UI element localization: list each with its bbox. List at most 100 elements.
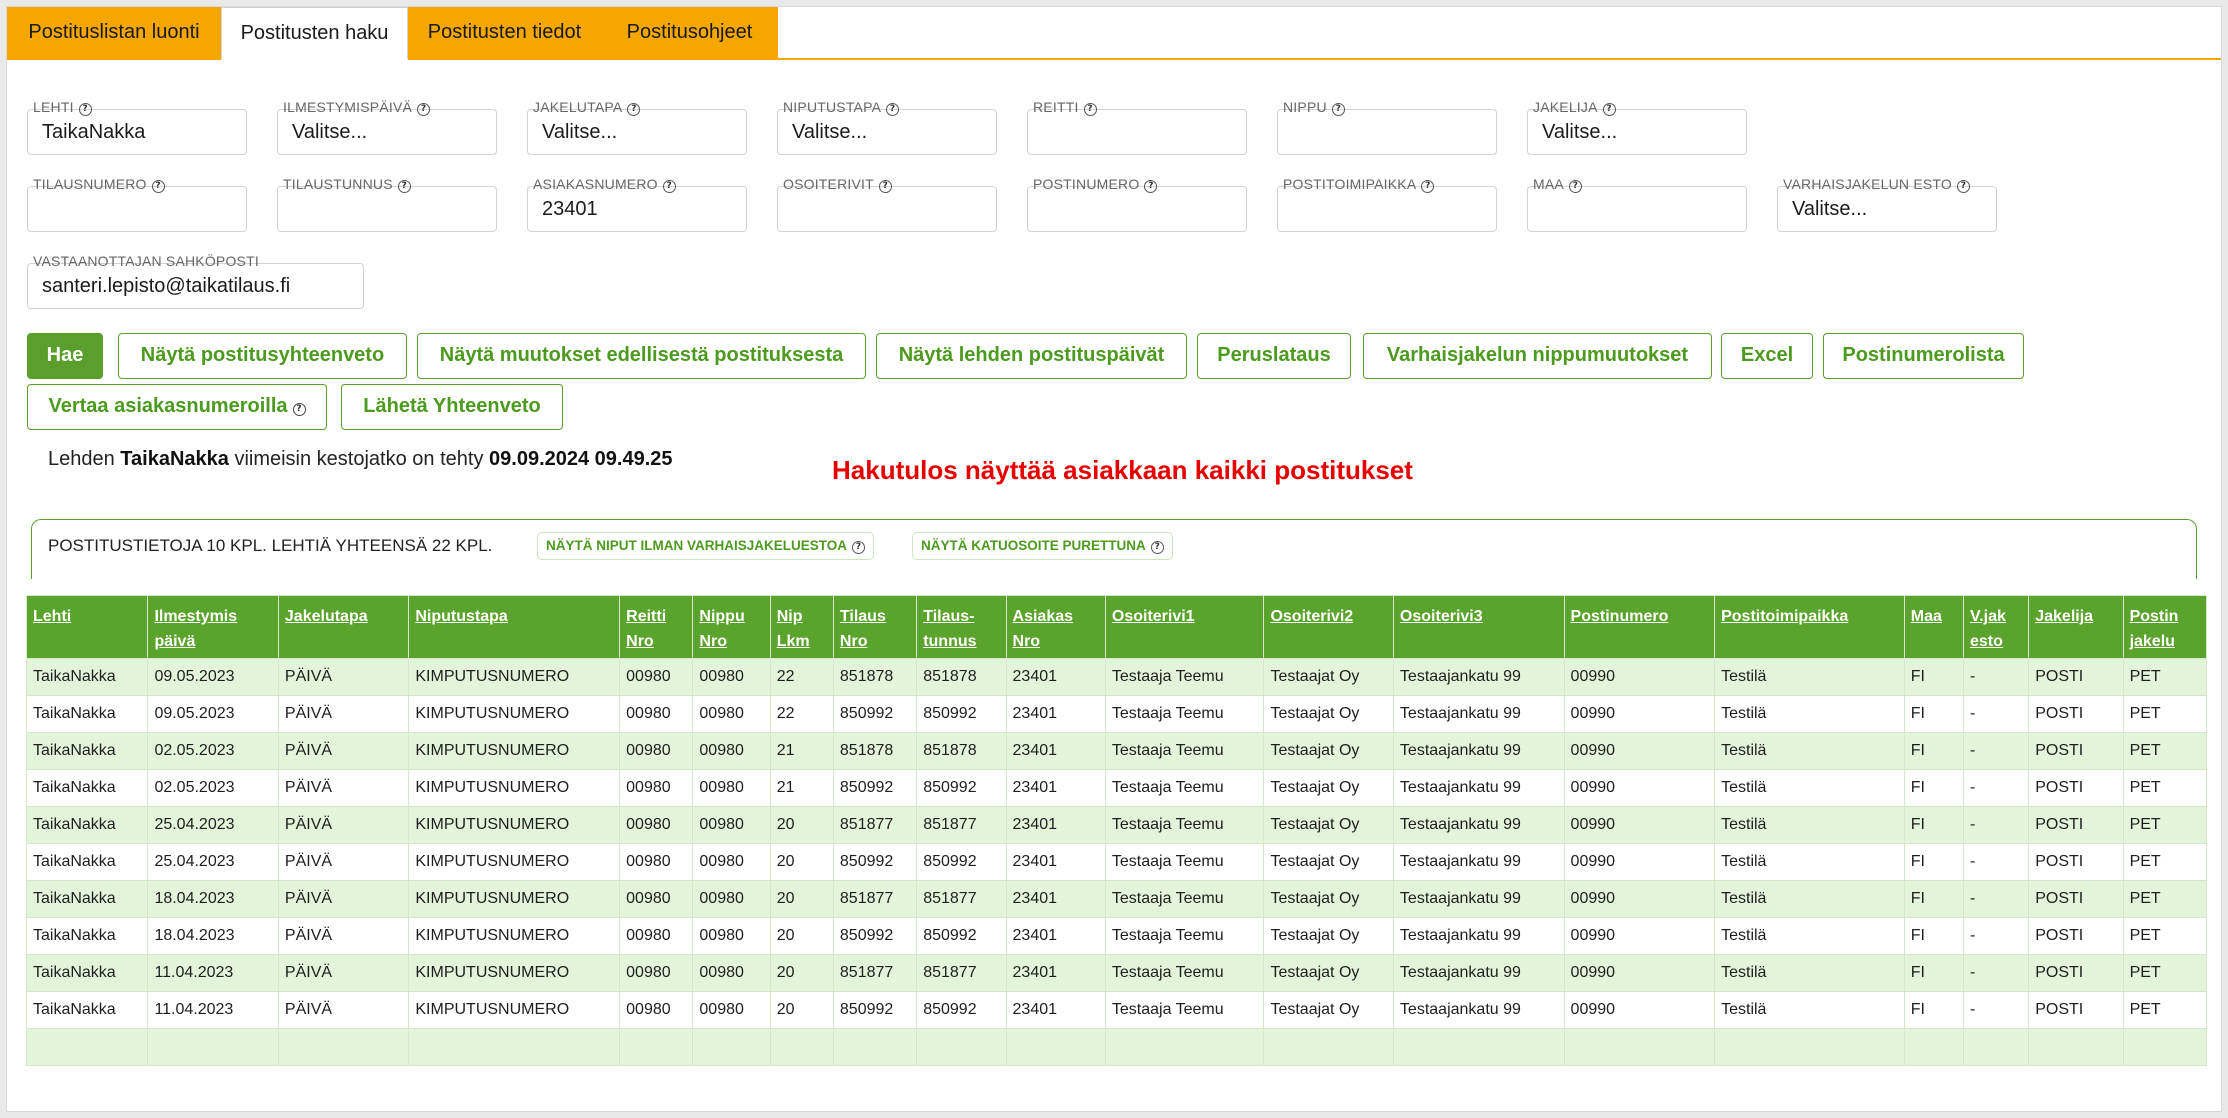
help-icon[interactable]: ? [151, 180, 165, 193]
table-cell: Testilä [1714, 843, 1905, 881]
table-cell [147, 1028, 279, 1066]
excel-button[interactable]: Excel [1721, 333, 1813, 379]
column-header[interactable]: Asiakas Nro [1005, 595, 1106, 659]
column-header-label: Nro [699, 633, 727, 650]
column-header[interactable]: Osoiterivi3 [1392, 595, 1565, 659]
table-cell: KIMPUTUSNUMERO [408, 732, 621, 770]
column-header[interactable]: Ilmestymis päivä [147, 595, 279, 659]
table-cell [832, 1028, 918, 1066]
column-header[interactable]: Lehti [25, 595, 149, 659]
nayta-katuosoite-button[interactable]: NÄYTÄ KATUOSOITE PURETTUNA? [912, 532, 1173, 560]
table-cell: Testaajat Oy [1263, 769, 1394, 807]
tab-postitusten-haku[interactable]: Postitusten haku [221, 7, 408, 60]
table-cell: KIMPUTUSNUMERO [408, 695, 621, 733]
help-icon[interactable]: ? [1568, 180, 1582, 193]
vertaa-asiakasnumeroilla-button[interactable]: Vertaa asiakasnumeroilla? [27, 384, 327, 430]
varhaisjakelun-nippumuutokset-button[interactable]: Varhaisjakelun nippumuutokset [1363, 333, 1712, 379]
table-cell: POSTI [2028, 880, 2124, 918]
table-cell: 02.05.2023 [147, 732, 279, 770]
table-cell: Testaaja Teemu [1104, 732, 1265, 770]
table-row[interactable]: TaikaNakka 25.04.2023 PÄIVÄ KIMPUTUSNUMERO 0… [25, 806, 2208, 844]
table-cell: FI [1903, 880, 1964, 918]
table-cell: 11.04.2023 [147, 991, 279, 1029]
table-cell: Testaajankatu 99 [1392, 732, 1565, 770]
help-icon[interactable]: ? [1331, 103, 1345, 116]
table-row[interactable]: TaikaNakka 02.05.2023 PÄIVÄ KIMPUTUSNUMERO 0… [25, 732, 2208, 770]
help-icon[interactable]: ? [1602, 103, 1616, 116]
table-row[interactable]: TaikaNakka 25.04.2023 PÄIVÄ KIMPUTUSNUMERO 0… [25, 843, 2208, 881]
help-icon[interactable]: ? [292, 403, 306, 416]
help-icon[interactable]: ? [1150, 541, 1164, 554]
column-header[interactable]: Tilaus-tunnus [916, 595, 1007, 659]
column-header[interactable]: Postin jakelu [2122, 595, 2208, 659]
table-row[interactable]: TaikaNakka 02.05.2023 PÄIVÄ KIMPUTUSNUMERO 0… [25, 769, 2208, 807]
nippu-label: NIPPU [1283, 99, 1327, 115]
column-header[interactable]: Nip Lkm [769, 595, 834, 659]
table-cell: Testilä [1714, 732, 1905, 770]
table-row[interactable]: TaikaNakka 11.04.2023 PÄIVÄ KIMPUTUSNUMERO 0… [25, 954, 2208, 992]
column-header[interactable]: Postinumero [1563, 595, 1716, 659]
table-cell: TaikaNakka [25, 658, 149, 696]
help-icon[interactable]: ? [662, 180, 676, 193]
help-icon[interactable]: ? [397, 180, 411, 193]
table-cell: Testaajat Oy [1263, 695, 1394, 733]
column-header[interactable]: Niputustapa [408, 595, 621, 659]
help-icon[interactable]: ? [1957, 180, 1970, 193]
laheta-yhteenveto-button[interactable]: Lähetä Yhteenveto [341, 384, 563, 430]
table-row[interactable]: TaikaNakka 18.04.2023 PÄIVÄ KIMPUTUSNUMERO 0… [25, 917, 2208, 955]
table-cell: Testaaja Teemu [1104, 769, 1265, 807]
tab-postitusten-tiedot[interactable]: Postitusten tiedot [408, 7, 601, 58]
column-header[interactable]: Reitti Nro [619, 595, 694, 659]
help-icon[interactable]: ? [886, 103, 900, 116]
column-header[interactable]: Jakelutapa [277, 595, 410, 659]
table-cell: - [1962, 843, 2030, 881]
table-cell: 00980 [692, 732, 771, 770]
table-cell [692, 1028, 771, 1066]
table-cell: Testaajankatu 99 [1392, 843, 1565, 881]
hae-button[interactable]: Hae [27, 333, 103, 379]
table-row[interactable]: TaikaNakka 09.05.2023 PÄIVÄ KIMPUTUSNUMERO 0… [25, 658, 2208, 696]
postinumerolista-button[interactable]: Postinumerolista [1823, 333, 2024, 379]
table-cell [1563, 1028, 1716, 1066]
tab-postituslistan-luonti[interactable]: Postituslistan luonti [7, 7, 221, 58]
column-header[interactable]: V.jak esto [1962, 595, 2030, 659]
help-icon[interactable]: ? [1421, 180, 1435, 193]
column-header[interactable]: Osoiterivi2 [1263, 595, 1394, 659]
table-cell: Testilä [1714, 658, 1905, 696]
help-icon[interactable]: ? [627, 103, 641, 116]
nayta-niput-button[interactable]: NÄYTÄ NIPUT ILMAN VARHAISJAKELUESTOA? [537, 532, 875, 560]
tab-postitusohjeet[interactable]: Postitusohjeet [601, 7, 778, 58]
column-header[interactable]: Postitoimipaikka [1714, 595, 1905, 659]
help-icon[interactable]: ? [417, 103, 431, 116]
help-icon[interactable]: ? [1083, 103, 1097, 116]
table-cell: Testaajat Oy [1263, 954, 1394, 992]
table-row[interactable]: TaikaNakka 09.05.2023 PÄIVÄ KIMPUTUSNUMERO 0… [25, 695, 2208, 733]
help-icon[interactable]: ? [1144, 180, 1158, 193]
nayta-postituspaivat-button[interactable]: Näytä lehden postituspäivät [876, 333, 1187, 379]
table-cell: Testaaja Teemu [1104, 954, 1265, 992]
field-postinumero: POSTINUMERO? [1027, 176, 1247, 234]
column-header[interactable]: Osoiterivi1 [1104, 595, 1265, 659]
column-header-label: Postin [2129, 608, 2179, 625]
field-ilmestymispaiva: Valitse... ILMESTYMISPÄIVÄ? [277, 99, 497, 157]
table-row[interactable]: TaikaNakka 11.04.2023 PÄIVÄ KIMPUTUSNUMERO 0… [25, 991, 2208, 1029]
help-icon[interactable]: ? [852, 541, 866, 554]
table-cell: PET [2122, 880, 2208, 918]
table-cell: - [1962, 769, 2030, 807]
table-row[interactable]: TaikaNakka 18.04.2023 PÄIVÄ KIMPUTUSNUMERO 0… [25, 880, 2208, 918]
column-header-label: Nippu [699, 608, 745, 625]
help-icon[interactable]: ? [878, 180, 892, 193]
column-header[interactable]: Jakelija [2028, 595, 2124, 659]
sahkoposti-input[interactable]: santeri.lepisto@taikatilaus.fi [27, 263, 364, 309]
nayta-postitusyhteenveto-button[interactable]: Näytä postitusyhteenveto [118, 333, 407, 379]
table-cell: POSTI [2028, 991, 2124, 1029]
nayta-muutokset-button[interactable]: Näytä muutokset edellisestä postituksest… [417, 333, 866, 379]
column-header[interactable]: Maa [1903, 595, 1964, 659]
help-icon[interactable]: ? [78, 103, 92, 116]
peruslataus-button[interactable]: Peruslataus [1197, 333, 1351, 379]
table-cell: PET [2122, 954, 2208, 992]
column-header[interactable]: Nippu Nro [692, 595, 771, 659]
table-cell: KIMPUTUSNUMERO [408, 991, 621, 1029]
column-header[interactable]: Tilaus Nro [832, 595, 918, 659]
table-cell: 00980 [619, 769, 694, 807]
